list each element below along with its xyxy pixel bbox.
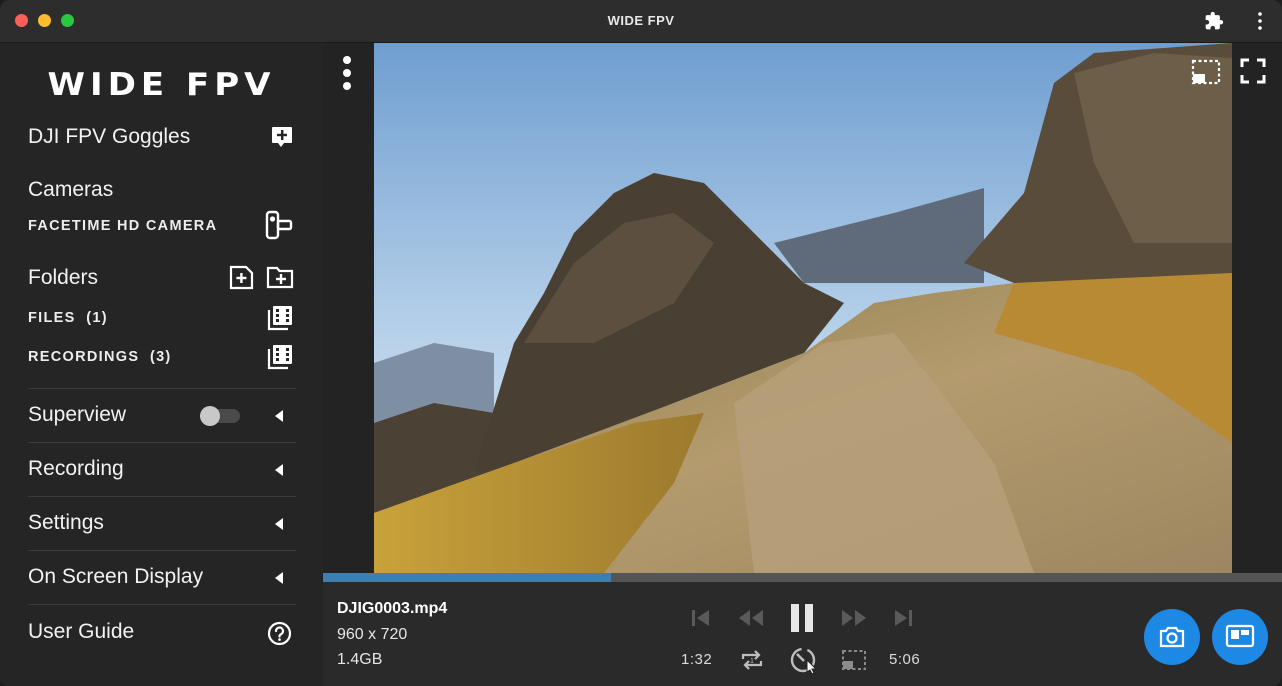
goggles-label[interactable]: DJI FPV Goggles (28, 125, 190, 149)
add-goggles-icon[interactable] (270, 125, 294, 149)
superview-expand-caret-icon[interactable] (275, 410, 283, 422)
toggle-knob (200, 406, 220, 426)
file-resolution: 960 x 720 (337, 626, 408, 643)
puzzle-icon[interactable] (1204, 11, 1224, 31)
seek-bar-progress (323, 573, 611, 582)
rewind-icon[interactable] (737, 607, 765, 629)
divider (28, 496, 296, 497)
picture-in-picture-button[interactable] (1212, 609, 1268, 665)
settings-section[interactable]: Settings (28, 511, 104, 535)
recording-expand-caret-icon[interactable] (275, 464, 283, 476)
divider (28, 604, 296, 605)
osd-section[interactable]: On Screen Display (28, 565, 203, 589)
crop-icon[interactable] (1191, 59, 1221, 85)
help-circle-icon[interactable] (267, 621, 292, 646)
user-guide-link[interactable]: User Guide (28, 620, 134, 644)
pause-icon[interactable] (788, 601, 816, 635)
snapshot-button[interactable] (1144, 609, 1200, 665)
player-area: DJIG0003.mp4 960 x 720 1.4GB 1:32 1 5:06 (323, 43, 1282, 686)
fullscreen-icon[interactable] (1239, 57, 1267, 85)
window-title: WIDE FPV (607, 13, 675, 28)
speed-icon[interactable] (789, 646, 819, 676)
folder-item-files[interactable]: FILES (1) (28, 310, 108, 326)
current-time: 1:32 (681, 651, 713, 668)
kebab-menu-icon[interactable] (341, 55, 353, 91)
superview-toggle[interactable] (200, 406, 240, 426)
app-window: WIDE FPV WIDE FPV DJI FPV Goggles Camera… (0, 0, 1282, 686)
settings-expand-caret-icon[interactable] (275, 518, 283, 530)
repeat-one-badge: 1 (750, 658, 754, 665)
browser-menu-icon[interactable] (1250, 11, 1270, 31)
cameras-heading: Cameras (28, 178, 114, 201)
film-library-icon[interactable] (267, 343, 294, 370)
player-controls: DJIG0003.mp4 960 x 720 1.4GB 1:32 1 5:06 (323, 582, 1282, 686)
app-logo: WIDE FPV (47, 66, 276, 104)
file-size: 1.4GB (337, 651, 383, 668)
picture-in-picture-icon (1225, 624, 1255, 648)
camera-device-icon[interactable] (264, 210, 294, 240)
add-folder-icon[interactable] (266, 265, 294, 290)
total-time: 5:06 (889, 651, 921, 668)
file-name: DJIG0003.mp4 (337, 600, 448, 617)
add-file-icon[interactable] (229, 265, 256, 290)
skip-previous-icon[interactable] (689, 607, 711, 629)
osd-expand-caret-icon[interactable] (275, 572, 283, 584)
sidebar: WIDE FPV DJI FPV Goggles Cameras FACETIM… (0, 43, 323, 686)
repeat-icon[interactable]: 1 (739, 648, 765, 672)
camera-item-facetime[interactable]: FACETIME HD CAMERA (28, 218, 217, 234)
seek-bar[interactable] (323, 573, 1282, 582)
divider (28, 550, 296, 551)
folder-item-recordings[interactable]: RECORDINGS (3) (28, 349, 172, 365)
recording-section[interactable]: Recording (28, 457, 124, 481)
film-library-icon[interactable] (267, 304, 294, 331)
divider (28, 388, 296, 389)
title-bar: WIDE FPV (0, 0, 1282, 43)
folders-heading: Folders (28, 266, 99, 289)
video-frame[interactable] (374, 43, 1232, 573)
divider (28, 442, 296, 443)
skip-next-icon[interactable] (893, 607, 915, 629)
fast-forward-icon[interactable] (840, 607, 868, 629)
snapshot-icon (1159, 626, 1185, 648)
crop-toggle-icon[interactable] (841, 648, 867, 672)
superview-label: Superview (28, 403, 127, 426)
